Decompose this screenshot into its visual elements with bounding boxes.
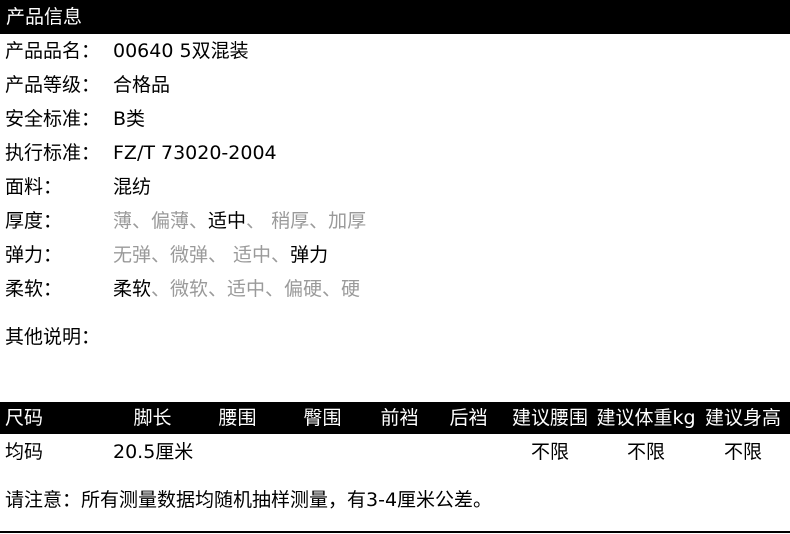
product-info-panel: 产品信息 产品品名： 00640 5双混装 产品等级： 合格品 安全标准： B类… (0, 0, 790, 534)
section-title: 产品信息 (6, 6, 83, 28)
product-name-label: 产品品名： (5, 40, 101, 62)
size-header-cell: 建议腰围 (511, 407, 588, 429)
thickness-option: 加厚 (328, 210, 367, 232)
elasticity-label: 弹力： (5, 244, 63, 266)
size-header-cell: 脚长 (133, 407, 172, 429)
info-row-safety: 安全标准： B类 (0, 102, 790, 136)
size-table-header: 尺码 脚长 腰围 臀围 前裆 后裆 建议腰围 建议体重kg 建议身高 (0, 402, 790, 434)
size-header-cell: 前裆 (380, 407, 419, 429)
size-cell: 不限 (626, 441, 665, 463)
info-row-fabric: 面料： 混纺 (0, 170, 790, 204)
safety-standard-value: B类 (113, 108, 146, 130)
exec-standard-value: FZ/T 73020-2004 (113, 142, 277, 164)
thickness-option: 薄、 (113, 210, 152, 232)
size-header-cell: 臀围 (303, 407, 342, 429)
info-row-grade: 产品等级： 合格品 (0, 68, 790, 102)
grade-label: 产品等级： (5, 74, 101, 96)
info-row-elasticity: 弹力： 无弹、微弹、 适中、弹力 (0, 238, 790, 272)
size-header-cell: 建议体重kg (596, 407, 696, 429)
size-cell: 均码 (5, 441, 44, 463)
thickness-options: 薄、偏薄、适中、 稍厚、加厚 (113, 204, 366, 238)
fabric-label: 面料： (5, 176, 63, 198)
elasticity-option-selected: 弹力 (290, 244, 329, 266)
table-row: 均码 20.5厘米 不限 不限 不限 (0, 436, 790, 468)
thickness-option: 、 稍厚、 (246, 210, 329, 232)
size-cell: 不限 (530, 441, 569, 463)
safety-standard-label: 安全标准： (5, 108, 101, 130)
info-row-softness: 柔软： 柔软、微软、适中、偏硬、硬 (0, 272, 790, 306)
other-notes-label: 其他说明： (5, 326, 101, 348)
size-header-cell: 建议身高 (704, 407, 781, 429)
thickness-label: 厚度： (5, 210, 63, 232)
size-cell: 20.5厘米 (113, 441, 194, 463)
thickness-option-selected: 适中 (208, 210, 247, 232)
info-row-product-name: 产品品名： 00640 5双混装 (0, 34, 790, 68)
size-cell: 不限 (723, 441, 762, 463)
elasticity-option: 无弹、 (113, 244, 171, 266)
size-header-cell: 后裆 (449, 407, 488, 429)
product-name-value: 00640 5双混装 (113, 40, 249, 62)
elasticity-options: 无弹、微弹、 适中、弹力 (113, 238, 328, 272)
measurement-note: 请注意：所有测量数据均随机抽样测量，有3-4厘米公差。 (5, 489, 493, 511)
size-header-cell: 腰围 (218, 407, 257, 429)
fabric-value: 混纺 (113, 176, 152, 198)
softness-options: 柔软、微软、适中、偏硬、硬 (113, 272, 360, 306)
thickness-option: 偏薄、 (151, 210, 209, 232)
bottom-divider (0, 531, 790, 533)
softness-option: 、微软、适中、偏硬、硬 (151, 278, 361, 300)
exec-standard-label: 执行标准： (5, 142, 101, 164)
section-header: 产品信息 (0, 0, 790, 34)
softness-option-selected: 柔软 (113, 278, 152, 300)
softness-label: 柔软： (5, 278, 63, 300)
info-row-thickness: 厚度： 薄、偏薄、适中、 稍厚、加厚 (0, 204, 790, 238)
size-header-cell: 尺码 (5, 407, 44, 429)
elasticity-option: 微弹、 适中、 (170, 244, 291, 266)
grade-value: 合格品 (113, 74, 171, 96)
info-row-exec-standard: 执行标准： FZ/T 73020-2004 (0, 136, 790, 170)
